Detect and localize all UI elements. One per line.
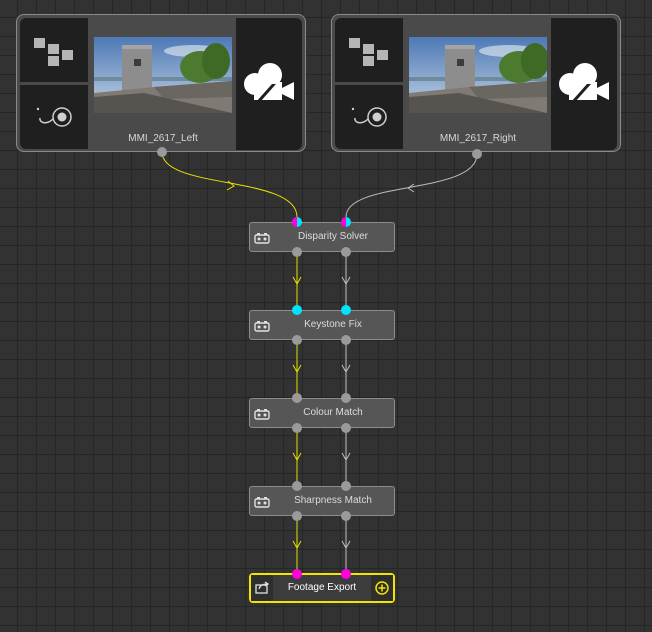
video-camera-icon bbox=[244, 63, 294, 102]
wire-left-to-disparity bbox=[161, 151, 298, 218]
node-label: Sharpness Match bbox=[294, 495, 372, 506]
node-grid-button[interactable] bbox=[335, 18, 403, 82]
node-label: Footage Export bbox=[287, 582, 357, 593]
camera-pair-icon bbox=[254, 321, 270, 332]
node-sharpness-match[interactable]: Sharpness Match bbox=[249, 486, 395, 516]
node-grid-button[interactable] bbox=[20, 18, 88, 82]
eye-target-icon bbox=[36, 107, 72, 127]
read-node-left[interactable]: MMI_2617_Left bbox=[16, 14, 306, 152]
node-disparity-solver[interactable]: Disparity Solver bbox=[249, 222, 395, 252]
footage-thumbnail bbox=[94, 37, 232, 113]
node-label: Disparity Solver bbox=[297, 231, 369, 242]
footage-thumbnail bbox=[409, 37, 547, 113]
node-colour-match[interactable]: Colour Match bbox=[249, 398, 395, 428]
node-view-button[interactable] bbox=[20, 85, 88, 149]
video-camera-icon bbox=[559, 63, 609, 102]
add-output-button[interactable] bbox=[371, 575, 393, 601]
wire-arrow bbox=[226, 180, 235, 191]
footage-name: MMI_2617_Left bbox=[128, 133, 198, 144]
footage-name: MMI_2617_Right bbox=[439, 133, 517, 144]
node-label: Colour Match bbox=[303, 407, 363, 418]
read-node-right[interactable]: MMI_2617_Right bbox=[331, 14, 621, 152]
camera-pair-icon bbox=[254, 233, 270, 244]
grid-blocks-icon bbox=[34, 38, 73, 66]
camera-pair-icon bbox=[254, 497, 270, 508]
grid-blocks-icon bbox=[349, 38, 388, 66]
camera-button[interactable] bbox=[551, 18, 617, 150]
camera-pair-icon bbox=[254, 409, 270, 420]
node-label: Keystone Fix bbox=[304, 319, 362, 330]
wire-arrow bbox=[407, 183, 415, 193]
camera-button[interactable] bbox=[236, 18, 302, 150]
node-keystone-fix[interactable]: Keystone Fix bbox=[249, 310, 395, 340]
add-output-icon bbox=[375, 581, 389, 595]
node-footage-export[interactable]: Footage Export bbox=[249, 573, 395, 603]
eye-target-icon bbox=[351, 107, 387, 127]
node-view-button[interactable] bbox=[335, 85, 403, 149]
export-icon bbox=[255, 581, 270, 594]
wire-right-to-disparity bbox=[345, 153, 478, 218]
